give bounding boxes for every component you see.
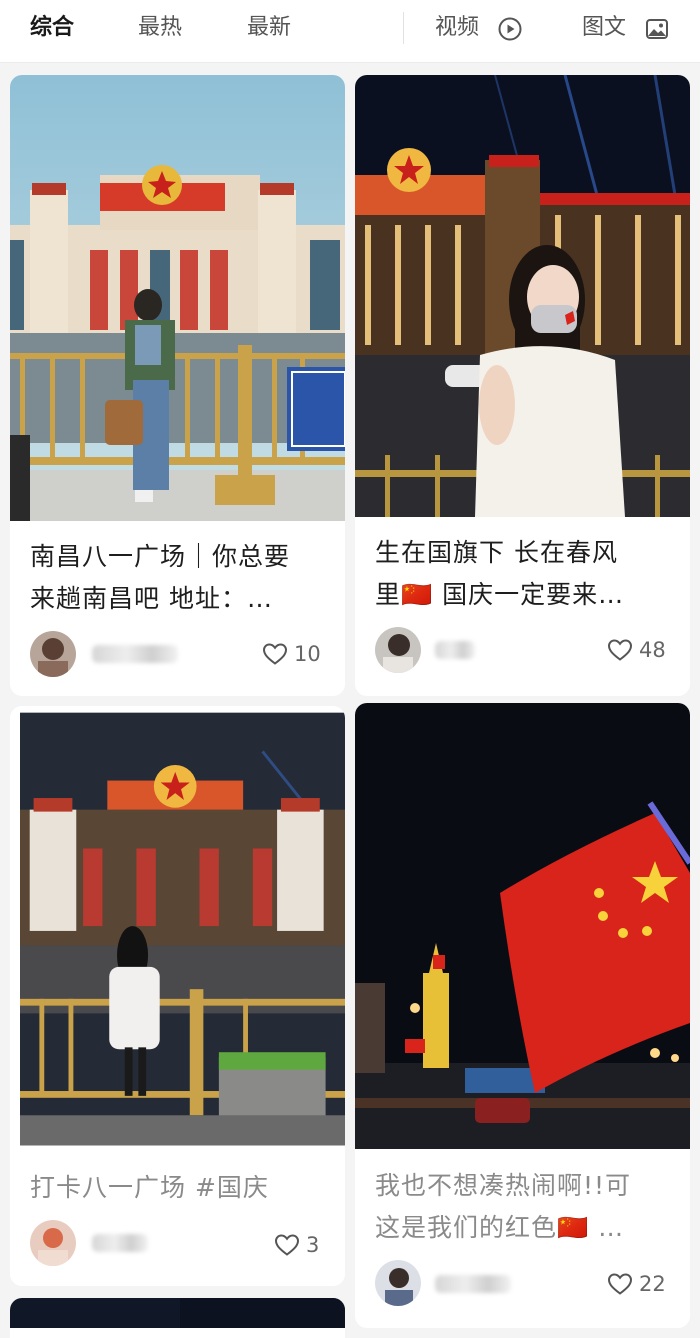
avatar[interactable] (375, 627, 421, 673)
like-count: 3 (306, 1233, 320, 1257)
feed-card-4[interactable]: 我也不想凑热闹啊!!可 这是我们的红色🇨🇳 … 22 (355, 703, 690, 1328)
heart-outline-icon (262, 643, 288, 665)
post-title-line: 来趟南昌吧 地址：… (30, 584, 273, 613)
like-button[interactable]: 10 (262, 639, 321, 669)
heart-outline-icon (274, 1234, 300, 1256)
image-icon[interactable] (644, 16, 670, 42)
tab-video[interactable]: 视频 (435, 12, 479, 44)
feed-card-5-partial[interactable] (10, 1298, 345, 1338)
tab-all[interactable]: 综合 (30, 12, 74, 44)
tab-bar: 综合 最热 最新 视频 图文 (0, 0, 700, 63)
like-count: 22 (639, 1272, 666, 1296)
like-button[interactable]: 22 (607, 1269, 666, 1299)
post-title-line: 南昌八一广场｜你总要 (30, 542, 291, 571)
tab-divider (403, 12, 404, 44)
avatar[interactable] (30, 1220, 76, 1266)
heart-outline-icon (607, 639, 633, 661)
feed-card-2[interactable]: 生在国旗下 长在春风 里🇨🇳 国庆一定要来… 48 (355, 75, 690, 696)
post-title-line: 打卡八一广场 #国庆 (30, 1173, 269, 1202)
play-circle-icon[interactable] (497, 16, 523, 42)
feed-card-3[interactable]: 打卡八一广场 #国庆 3 (10, 706, 345, 1286)
like-button[interactable]: 48 (607, 635, 666, 665)
post-photo[interactable] (355, 75, 690, 517)
like-button[interactable]: 3 (274, 1230, 319, 1260)
username-blurred[interactable] (92, 645, 178, 663)
post-photo[interactable] (10, 75, 345, 521)
feed-card-1[interactable]: 南昌八一广场｜你总要 来趟南昌吧 地址：… 10 (10, 75, 345, 696)
heart-outline-icon (607, 1273, 633, 1295)
post-photo[interactable] (10, 1298, 345, 1328)
post-title-line: 生在国旗下 长在春风 (375, 538, 618, 567)
post-title-line: 里🇨🇳 国庆一定要来… (375, 580, 625, 609)
post-title-line: 我也不想凑热闹啊!!可 (375, 1171, 632, 1200)
username-blurred[interactable] (435, 1275, 511, 1293)
username-blurred[interactable] (435, 641, 475, 659)
post-photo[interactable] (20, 706, 345, 1152)
like-count: 10 (294, 642, 321, 666)
avatar[interactable] (30, 631, 76, 677)
post-photo[interactable] (355, 703, 690, 1149)
tab-hot[interactable]: 最热 (138, 12, 182, 44)
post-title-line: 这是我们的红色🇨🇳 … (375, 1213, 625, 1242)
tab-latest[interactable]: 最新 (247, 12, 291, 44)
username-blurred[interactable] (92, 1234, 148, 1252)
like-count: 48 (639, 638, 666, 662)
tab-image-text[interactable]: 图文 (582, 12, 626, 44)
avatar[interactable] (375, 1260, 421, 1306)
